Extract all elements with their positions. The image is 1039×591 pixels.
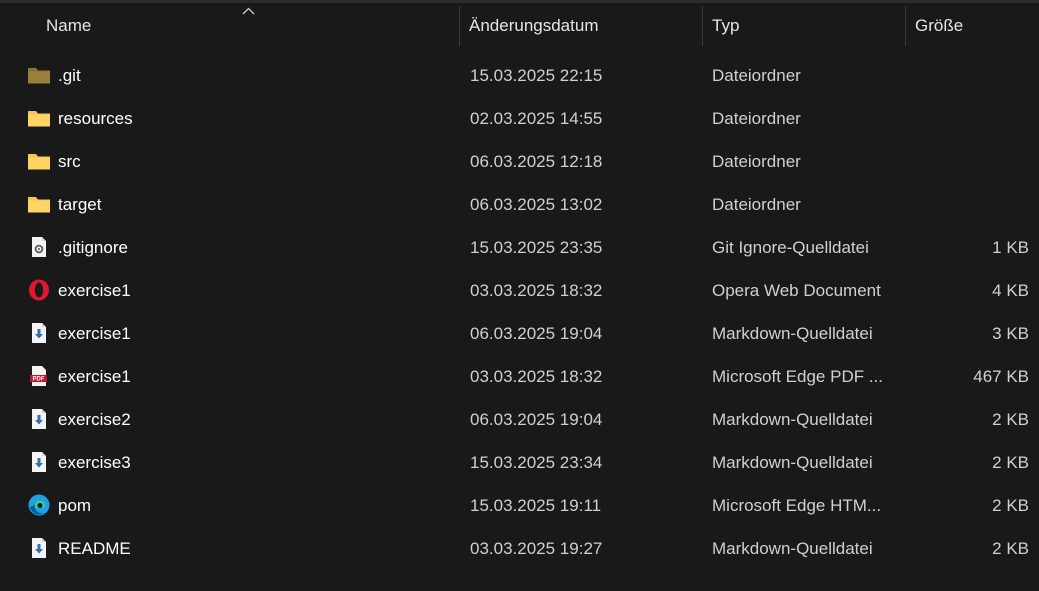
file-type: Markdown-Quelldatei: [712, 539, 873, 558]
file-type: Markdown-Quelldatei: [712, 453, 873, 472]
file-date: 15.03.2025 22:15: [470, 66, 603, 85]
folder-hidden-icon: [27, 64, 51, 86]
file-name: pom: [58, 496, 92, 515]
file-type: Dateiordner: [712, 66, 801, 85]
file-name: resources: [58, 109, 133, 128]
file-row[interactable]: exercise1 06.03.2025 19:04 Markdown-Quelld…: [0, 312, 1039, 355]
file-name: exercise1: [58, 367, 131, 386]
file-date: 03.03.2025 19:27: [470, 539, 603, 558]
file-size: 467 KB: [973, 367, 1029, 386]
opera-icon: [27, 279, 51, 301]
file-name: .git: [58, 66, 81, 85]
file-type: Markdown-Quelldatei: [712, 324, 873, 343]
file-type: Dateiordner: [712, 109, 801, 128]
file-size: 2 KB: [992, 539, 1029, 558]
file-date: 06.03.2025 19:04: [470, 324, 603, 343]
file-name: exercise3: [58, 453, 131, 472]
markdown-file-icon: [27, 322, 51, 344]
markdown-file-icon: [27, 408, 51, 430]
column-divider[interactable]: [905, 6, 906, 46]
file-name: exercise1: [58, 324, 131, 343]
file-name: README: [58, 539, 131, 558]
file-type: Microsoft Edge PDF ...: [712, 367, 883, 386]
file-row[interactable]: PDF exercise1 03.03.2025 18:32 Microsoft Ed…: [0, 355, 1039, 398]
file-name: target: [58, 195, 102, 214]
file-name: .gitignore: [58, 238, 128, 257]
file-row[interactable]: .gitignore 15.03.2025 23:35 Git Ignore-Que…: [0, 226, 1039, 269]
file-size: 1 KB: [992, 238, 1029, 257]
file-size: 2 KB: [992, 453, 1029, 472]
file-row[interactable]: pom 15.03.2025 19:11 Microsoft Edge HTM...…: [0, 484, 1039, 527]
markdown-file-icon: [27, 537, 51, 559]
column-header-size[interactable]: Größe: [915, 3, 963, 47]
settings-file-icon: [27, 236, 51, 258]
file-size: 2 KB: [992, 496, 1029, 515]
sort-ascending-icon: [242, 7, 255, 15]
file-row[interactable]: exercise3 15.03.2025 23:34 Markdown-Quelld…: [0, 441, 1039, 484]
file-date: 15.03.2025 23:35: [470, 238, 603, 257]
file-date: 02.03.2025 14:55: [470, 109, 603, 128]
file-type: Dateiordner: [712, 195, 801, 214]
column-header-name[interactable]: Name: [46, 3, 91, 47]
file-name: src: [58, 152, 81, 171]
folder-icon: [27, 150, 51, 172]
file-type: Dateiordner: [712, 152, 801, 171]
svg-text:PDF: PDF: [33, 377, 45, 383]
file-row[interactable]: exercise2 06.03.2025 19:04 Markdown-Quelld…: [0, 398, 1039, 441]
file-row[interactable]: exercise1 03.03.2025 18:32 Opera Web Docum…: [0, 269, 1039, 312]
file-size: 2 KB: [992, 410, 1029, 429]
file-row[interactable]: resources 02.03.2025 14:55 Dateiordner: [0, 97, 1039, 140]
file-date: 06.03.2025 13:02: [470, 195, 603, 214]
pdf-file-icon: PDF: [27, 365, 51, 387]
column-header-date[interactable]: Änderungsdatum: [469, 3, 598, 47]
file-type: Git Ignore-Quelldatei: [712, 238, 869, 257]
column-header-type[interactable]: Typ: [712, 3, 739, 47]
file-date: 06.03.2025 19:04: [470, 410, 603, 429]
column-header-bar: Name Änderungsdatum Typ Größe: [0, 3, 1039, 47]
file-type: Opera Web Document: [712, 281, 881, 300]
file-date: 06.03.2025 12:18: [470, 152, 603, 171]
column-divider[interactable]: [459, 6, 460, 46]
edge-icon: [27, 494, 51, 516]
folder-icon: [27, 107, 51, 129]
file-type: Markdown-Quelldatei: [712, 410, 873, 429]
file-name: exercise2: [58, 410, 131, 429]
file-row[interactable]: README 03.03.2025 19:27 Markdown-Quelldate…: [0, 527, 1039, 570]
folder-icon: [27, 193, 51, 215]
file-date: 03.03.2025 18:32: [470, 281, 603, 300]
markdown-file-icon: [27, 451, 51, 473]
file-size: 4 KB: [992, 281, 1029, 300]
file-date: 03.03.2025 18:32: [470, 367, 603, 386]
file-size: 3 KB: [992, 324, 1029, 343]
column-divider[interactable]: [702, 6, 703, 46]
file-row[interactable]: .git 15.03.2025 22:15 Dateiordner: [0, 54, 1039, 97]
file-row[interactable]: target 06.03.2025 13:02 Dateiordner: [0, 183, 1039, 226]
file-row[interactable]: src 06.03.2025 12:18 Dateiordner: [0, 140, 1039, 183]
file-date: 15.03.2025 23:34: [470, 453, 603, 472]
file-type: Microsoft Edge HTM...: [712, 496, 882, 515]
file-date: 15.03.2025 19:11: [470, 496, 602, 515]
file-name: exercise1: [58, 281, 131, 300]
